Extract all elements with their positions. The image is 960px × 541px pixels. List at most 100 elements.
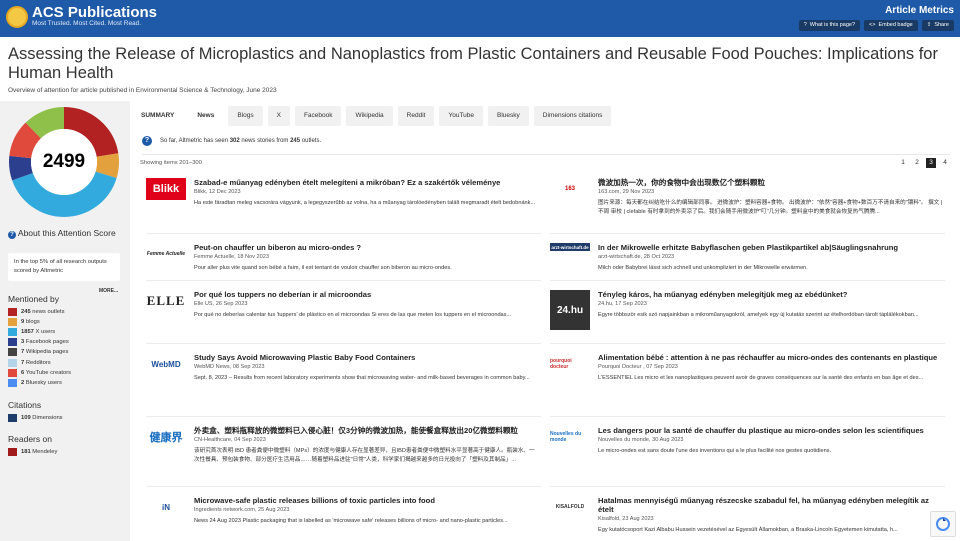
mention-text: 6 YouTube creators [21,370,71,376]
color-swatch-icon [8,328,17,337]
pagination: 1234 [898,158,950,168]
outlet-logo[interactable]: KISALFOLD [550,496,590,518]
tab-news[interactable]: News [188,106,224,126]
tab-wikipedia[interactable]: Wikipedia [346,106,393,126]
share-button[interactable]: ⇪ Share [921,20,954,31]
news-text: Les dangers pour la santé de chauffer du… [598,426,943,456]
question-icon: ? [8,231,16,239]
outlet-logo[interactable]: 健康界 [146,426,186,448]
page-link[interactable]: 4 [940,158,950,168]
mention-count: 6 [21,369,25,376]
outlet-logo[interactable]: arzt-wirtschaft.de [550,243,590,251]
info-question-icon[interactable]: ? [142,136,152,146]
mention-row[interactable]: 2 Bluesky users [8,378,71,388]
tab-blogs[interactable]: Blogs [228,106,263,126]
tab-x[interactable]: X [267,106,290,126]
news-source: Nouvelles du monde, 30 Aug 2023 [598,437,684,443]
info-divider [142,154,950,155]
news-divider [146,486,541,487]
news-title[interactable]: Microwave-safe plastic releases billions… [194,496,539,505]
news-title[interactable]: Study Says Avoid Microwaving Plastic Bab… [194,353,539,362]
outlet-logo[interactable]: 24.hu [550,290,590,330]
mention-row[interactable]: 6 YouTube creators [8,368,71,378]
news-divider [550,343,945,344]
news-title[interactable]: Szabad-e műanyag edényben ételt melegíte… [194,178,539,187]
outlet-logo[interactable]: Blikk [146,178,186,200]
mention-count: 3 [21,339,25,346]
page-link[interactable]: 2 [912,158,922,168]
news-text: Alimentation bébé : attention à ne pas r… [598,353,943,383]
mention-label: Facebook pages [25,339,69,346]
mention-row[interactable]: 1857 X users [8,327,71,337]
tab-dimensions-citations[interactable]: Dimensions citations [533,106,612,126]
tab-youtube[interactable]: YouTube [439,106,484,126]
embed-badge-label: Embed badge [878,22,913,28]
info-suffix: outlets. [301,138,322,144]
mention-text: 7 Redditors [21,360,51,366]
attention-score: 2499 [42,151,86,172]
page-link[interactable]: 1 [898,158,908,168]
color-swatch-icon [8,338,17,347]
page-link[interactable]: 3 [926,158,936,168]
news-title[interactable]: 外卖盒、塑料瓶释放的微塑料已入侵心脏！仅3分钟的微波加热，能使餐盒释放出20亿微… [194,426,539,435]
news-title[interactable]: Hatalmas mennyiségű műanyag részecske sz… [598,496,943,514]
info-count: 302 [229,138,240,144]
outlet-logo[interactable]: Femme Actuelle [146,243,186,265]
mention-row[interactable]: 7 Wikipedia pages [8,347,71,357]
tab-summary[interactable]: SUMMARY [132,106,183,126]
news-title[interactable]: 微波加热一次，你的食物中会出现数亿个塑料颗粒 [598,178,943,187]
acs-logo[interactable]: ACS Publications Most Trusted. Most Cite… [6,5,157,28]
news-text: Study Says Avoid Microwaving Plastic Bab… [194,353,539,383]
news-title[interactable]: In der Mikrowelle erhitzte Babyflaschen … [598,243,943,252]
news-source: Femme Actuelle, 18 Nov 2023 [194,254,269,260]
mention-row[interactable]: 109 Dimensions [8,413,63,423]
mention-row[interactable]: 9 blogs [8,317,71,327]
mention-count: 9 [21,319,25,326]
outlet-logo[interactable]: pourquoi docteur [550,353,590,375]
article-subtitle: Overview of attention for article publis… [8,87,277,94]
info-prefix: So far, Altmetric has seen [160,138,229,144]
outlet-logo[interactable]: WebMD [146,353,186,375]
tab-reddit[interactable]: Reddit [397,106,435,126]
news-title[interactable]: Peut-on chauffer un biberon au micro-ond… [194,243,539,252]
share-icon: ⇪ [926,22,932,28]
mention-row[interactable]: 3 Facebook pages [8,337,71,347]
altmetric-donut[interactable]: 2499 [8,106,120,218]
news-title[interactable]: Por qué los tuppers no deberían ir al mi… [194,290,539,299]
tab-facebook[interactable]: Facebook [294,106,342,126]
mention-row[interactable]: 7 Redditors [8,357,71,367]
what-is-this-button[interactable]: ? What is this page? [798,20,861,31]
mentioned-by-heading: Mentioned by [8,294,60,304]
color-swatch-icon [8,318,17,327]
more-link[interactable]: MORE... [99,288,118,294]
mentioned-by-list: 245 news outlets 9 blogs 1857 X users 3 Fac… [8,307,71,388]
recaptcha-badge[interactable] [930,511,956,537]
mention-text: 1857 X users [21,329,55,335]
news-text: Microwave-safe plastic releases billions… [194,496,539,526]
news-source: CN-Healthcare, 04 Sep 2023 [194,437,266,443]
top-bar: ACS Publications Most Trusted. Most Cite… [0,0,960,37]
readers-list: 181 Mendeley [8,447,57,457]
outlet-logo[interactable]: ELLE [146,290,186,312]
brand-tagline: Most Trusted. Most Cited. Most Read. [32,20,142,27]
embed-badge-button[interactable]: <> Embed badge [864,20,918,31]
citations-list: 109 Dimensions [8,413,63,423]
news-title[interactable]: Alimentation bébé : attention à ne pas r… [598,353,943,362]
info-outlets: 245 [290,138,301,144]
outlet-logo[interactable]: 163 [550,178,590,200]
about-score-link[interactable]: ? About this Attention Score [8,228,126,239]
showing-items: Showing items 201–300 [140,160,202,166]
news-summary: Milch oder Babybrei lässt sich schnell u… [598,265,808,271]
news-summary: News 24 Aug 2023 Plastic packaging that … [194,518,508,524]
what-is-this-label: What is this page? [809,22,856,28]
tab-bluesky[interactable]: Bluesky [488,106,529,126]
outlet-logo[interactable]: Nouvelles du monde [550,426,590,448]
share-label: Share [934,22,949,28]
news-title[interactable]: Tényleg káros, ha műanyag edényben meleg… [598,290,943,299]
citations-heading: Citations [8,400,42,410]
mention-row[interactable]: 181 Mendeley [8,447,57,457]
color-swatch-icon [8,308,17,317]
outlet-logo[interactable]: iN [146,496,186,518]
news-title[interactable]: Les dangers pour la santé de chauffer du… [598,426,943,435]
mention-row[interactable]: 245 news outlets [8,307,71,317]
